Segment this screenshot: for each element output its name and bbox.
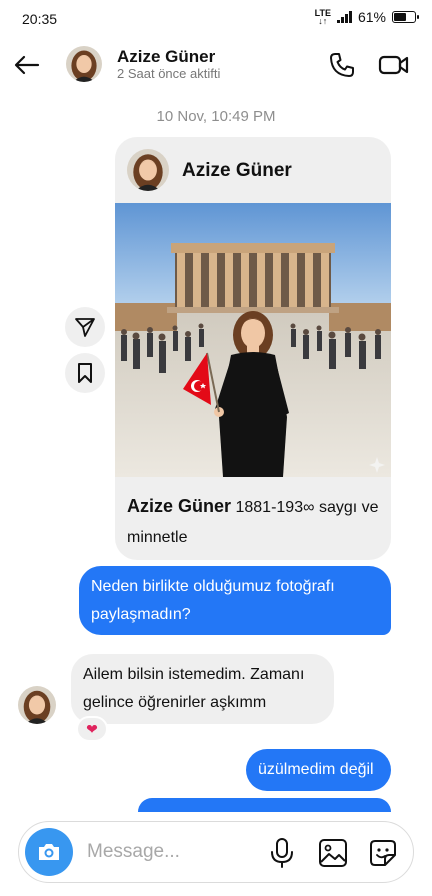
network-indicator: LTE ↓↑ [314,8,331,26]
send-icon [75,318,95,337]
camera-icon [39,844,59,860]
message-input[interactable] [87,837,247,867]
status-indicators: LTE ↓↑ 61% [314,8,419,26]
contact-name[interactable]: Azize Güner [117,47,215,67]
back-arrow-icon[interactable] [12,50,42,80]
sticker-icon[interactable] [367,837,399,869]
microphone-icon[interactable] [267,837,297,869]
heart-reaction-icon[interactable]: ❤ [76,716,108,742]
video-call-icon[interactable] [378,51,410,79]
incoming-message[interactable]: Ailem bilsin istemedim. Zamanı gelince ö… [71,654,334,724]
post-photo[interactable] [115,203,391,477]
battery-percent: 61% [357,9,386,25]
save-post-button[interactable] [65,353,105,393]
battery-level [394,13,407,21]
status-time: 20:35 [22,11,58,27]
signal-icon [336,11,352,23]
chat-header: Azize Güner 2 Saat önce aktifti [0,38,432,94]
shared-post-card[interactable]: Azize Güner Azize Güner 1881-193∞ saygı … [115,137,391,560]
gallery-icon[interactable] [317,837,349,869]
network-label: LTE [314,8,331,18]
camera-button[interactable] [25,828,73,876]
contact-status: 2 Saat önce aktifti [117,66,221,81]
post-author-name[interactable]: Azize Güner [182,160,292,182]
phone-icon[interactable] [328,51,356,79]
status-bar: 20:35 LTE ↓↑ 61% [0,0,432,38]
post-author-avatar[interactable] [127,149,169,191]
outgoing-message[interactable]: Neden birlikte olduğumuz fotoğrafı payla… [79,566,391,635]
message-timestamp: 10 Nov, 10:49 PM [156,108,276,125]
share-post-button[interactable] [65,307,105,347]
outgoing-message[interactable]: üzülmedim değil [246,749,391,791]
caption-author[interactable]: Azize Güner [127,496,231,516]
post-caption: Azize Güner 1881-193∞ saygı ve minnetle [127,491,383,553]
message-composer [18,821,414,883]
sender-avatar[interactable] [18,686,56,724]
contact-avatar[interactable] [66,46,102,82]
battery-icon [392,11,419,23]
bookmark-icon [78,363,92,383]
